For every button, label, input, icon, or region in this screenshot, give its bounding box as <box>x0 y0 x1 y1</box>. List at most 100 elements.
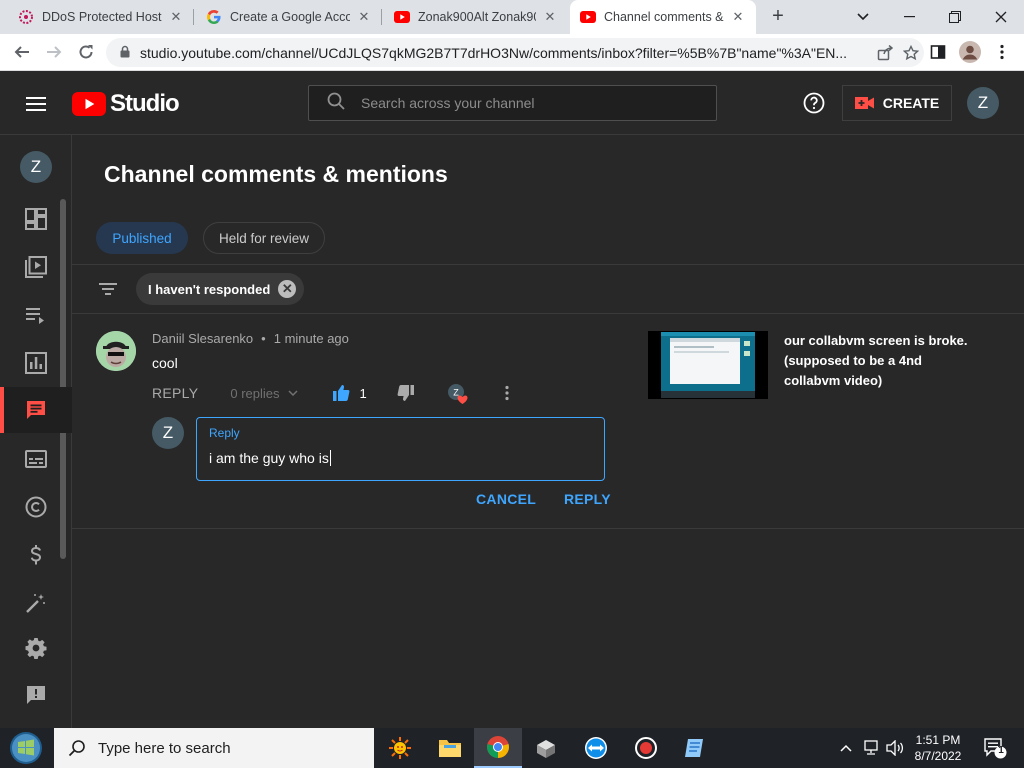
tab-published[interactable]: Published <box>96 222 188 254</box>
close-tab-icon[interactable]: ✕ <box>168 9 184 25</box>
cancel-button[interactable]: CANCEL <box>476 491 536 507</box>
sidebar-item-customization[interactable] <box>0 580 72 626</box>
account-avatar[interactable]: Z <box>967 87 999 119</box>
tab-held-for-review[interactable]: Held for review <box>203 222 325 254</box>
url-text: studio.youtube.com/channel/UCdJLQS7qkMG2… <box>140 44 848 61</box>
gear-icon <box>25 638 47 659</box>
minimize-button[interactable] <box>886 0 932 34</box>
taskbar-app-recorder[interactable] <box>622 728 670 768</box>
browser-tab[interactable]: Zonak900Alt Zonak900 ✕ <box>384 0 568 34</box>
sun-app-icon <box>389 737 411 759</box>
network-icon[interactable] <box>860 728 882 768</box>
sidebar-item-feedback[interactable] <box>0 672 72 718</box>
submit-reply-button[interactable]: REPLY <box>564 491 611 507</box>
new-tab-button[interactable]: + <box>766 4 790 28</box>
thumbs-down-icon <box>397 385 414 401</box>
help-icon[interactable] <box>802 91 826 115</box>
dislike-button[interactable] <box>397 384 415 402</box>
sidebar-item-dashboard[interactable] <box>0 196 72 242</box>
commenter-avatar[interactable] <box>96 331 136 371</box>
close-tab-icon[interactable]: ✕ <box>730 9 746 25</box>
tab-title: Channel comments & m <box>604 10 724 24</box>
replies-dropdown[interactable]: 0 replies <box>230 386 298 401</box>
menu-hamburger-icon[interactable] <box>24 92 48 116</box>
folder-icon <box>439 740 461 757</box>
close-tab-icon[interactable]: ✕ <box>356 9 372 25</box>
heart-icon: Z <box>447 384 468 404</box>
back-button[interactable] <box>10 40 34 64</box>
close-window-button[interactable] <box>978 0 1024 34</box>
creator-heart-button[interactable]: Z <box>447 383 468 404</box>
remove-filter-icon[interactable]: ✕ <box>278 280 297 298</box>
tab-title: DDoS Protected Hostin <box>42 10 162 24</box>
reply-button[interactable]: REPLY <box>152 385 198 401</box>
browser-menu-icon[interactable] <box>990 40 1014 64</box>
tab-separator <box>381 9 382 25</box>
google-favicon-icon <box>206 9 222 25</box>
sidepanel-icon[interactable] <box>926 40 950 64</box>
video-title[interactable]: our collabvm screen is broke. (supposed … <box>784 331 974 391</box>
filter-icon[interactable] <box>96 277 120 306</box>
comments-icon <box>27 401 45 419</box>
taskbar-app-vm[interactable] <box>522 728 570 768</box>
taskbar-search[interactable]: Type here to search <box>54 728 374 768</box>
tab-search-chevron-icon[interactable] <box>840 0 886 34</box>
channel-avatar[interactable]: Z <box>20 151 52 183</box>
sidebar-item-content[interactable] <box>0 244 72 290</box>
close-tab-icon[interactable]: ✕ <box>542 9 558 25</box>
youtube-logo-icon <box>72 92 106 116</box>
more-options-icon[interactable] <box>505 385 509 401</box>
sidebar-item-settings[interactable] <box>0 625 72 671</box>
reply-input-value[interactable]: i am the guy who is <box>209 450 331 466</box>
divider <box>72 528 1024 529</box>
taskbar-app-notes[interactable] <box>670 728 718 768</box>
volume-icon[interactable] <box>884 728 906 768</box>
divider <box>72 264 1024 265</box>
bookmark-star-icon[interactable] <box>898 44 924 61</box>
like-button[interactable]: 1 <box>332 384 367 402</box>
taskbar-app-chrome[interactable] <box>474 728 522 768</box>
video-thumbnail[interactable] <box>648 331 768 399</box>
reply-input[interactable]: Reply i am the guy who is <box>196 417 605 481</box>
sidebar-item-copyright[interactable] <box>0 484 72 530</box>
filter-chip-not-responded[interactable]: I haven't responded ✕ <box>136 273 305 305</box>
clock-time: 1:51 PM <box>915 733 961 747</box>
reply-text: i am the guy who is <box>209 450 329 466</box>
taskbar-search-placeholder: Type here to search <box>98 739 231 757</box>
studio-logo[interactable]: Studio <box>72 90 180 118</box>
taskbar-app-file-explorer[interactable] <box>426 728 474 768</box>
meta-dot: • <box>261 331 266 346</box>
profile-avatar[interactable] <box>958 40 982 64</box>
sidebar-item-subtitles[interactable] <box>0 436 72 482</box>
browser-tab-active[interactable]: Channel comments & m ✕ <box>570 0 756 34</box>
browser-tab[interactable]: DDoS Protected Hostin ✕ <box>8 0 194 34</box>
comment-author[interactable]: Daniil Slesarenko <box>152 331 253 346</box>
url-field[interactable]: studio.youtube.com/channel/UCdJLQS7qkMG2… <box>106 38 924 67</box>
start-button[interactable] <box>6 732 46 764</box>
dashboard-icon <box>25 208 47 230</box>
sidebar-item-analytics[interactable] <box>0 340 72 386</box>
search-input[interactable] <box>361 95 681 111</box>
restore-button[interactable] <box>932 0 978 34</box>
reload-button[interactable] <box>74 40 98 64</box>
tab-title: Zonak900Alt Zonak900 <box>418 10 536 24</box>
divider <box>72 313 1024 314</box>
taskbar-app-teamviewer[interactable] <box>572 728 620 768</box>
create-button[interactable]: CREATE <box>842 85 952 121</box>
channel-search-box[interactable] <box>308 85 717 121</box>
browser-tab[interactable]: Create a Google Accou ✕ <box>196 0 382 34</box>
notifications-button[interactable]: 1 <box>980 728 1010 768</box>
magic-wand-icon <box>26 594 45 613</box>
sidebar-item-comments[interactable] <box>0 387 72 433</box>
share-icon[interactable] <box>872 44 898 61</box>
forward-button[interactable] <box>42 40 66 64</box>
studio-brand-text: Studio <box>110 90 180 117</box>
tray-overflow-chevron-icon[interactable] <box>836 728 856 768</box>
sidebar-item-playlists[interactable] <box>0 292 72 338</box>
taskbar-app-sun[interactable] <box>376 728 424 768</box>
sidebar-item-earn[interactable] <box>0 532 72 578</box>
system-clock[interactable]: 1:51 PM 8/7/2022 <box>908 732 968 764</box>
virtual-machine-icon <box>537 740 555 758</box>
search-icon <box>327 92 345 115</box>
subtitles-icon <box>25 450 47 468</box>
